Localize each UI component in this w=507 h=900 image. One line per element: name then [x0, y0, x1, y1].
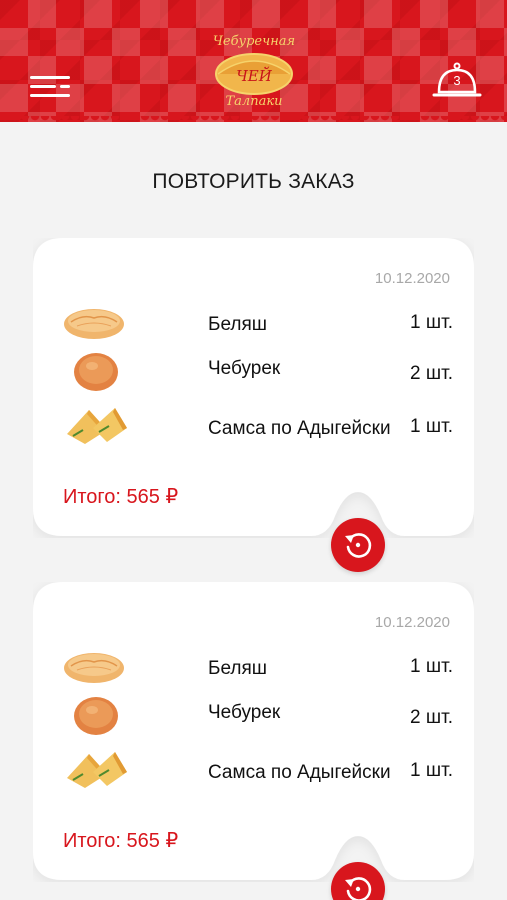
brand-logo[interactable]: Чебуречная ЧЕЙ Талпаки — [204, 34, 304, 114]
menu-button[interactable] — [30, 72, 74, 102]
menu-icon-line — [30, 94, 70, 97]
page-title: ПОВТОРИТЬ ЗАКАЗ — [152, 170, 355, 193]
menu-icon-line — [30, 76, 70, 79]
repeat-order-button[interactable] — [331, 518, 385, 572]
menu-icon-line — [60, 85, 70, 88]
list-item: Самса по Адыгейски 1 шт. — [63, 746, 453, 796]
item-name: Самса по Адыгейски — [208, 418, 391, 439]
item-quantity: 1 шт. — [410, 312, 453, 333]
order-date: 10.12.2020 — [374, 270, 450, 287]
list-item: Беляш 1 шт. — [63, 302, 453, 352]
item-quantity: 2 шт. — [410, 707, 453, 728]
cart-count-badge: 3 — [453, 73, 461, 88]
header-scalloped-edge — [0, 116, 507, 126]
item-quantity: 1 шт. — [410, 760, 453, 781]
item-quantity: 1 шт. — [410, 416, 453, 437]
list-item: Чебурек 2 шт. — [63, 694, 453, 744]
item-quantity: 2 шт. — [410, 363, 453, 384]
item-name: Самса по Адыгейски — [208, 762, 391, 783]
belyash-image — [64, 653, 124, 683]
belyash-image — [64, 309, 124, 339]
order-total: Итого: 565 ₽ — [63, 830, 179, 852]
samsa-image — [67, 408, 127, 444]
item-name: Чебурек — [208, 358, 281, 379]
item-name: Чебурек — [208, 702, 281, 723]
list-item: Самса по Адыгейски 1 шт. — [63, 402, 453, 452]
cart-button[interactable]: 3 — [432, 62, 482, 102]
list-item: Беляш 1 шт. — [63, 646, 453, 696]
cheburek-image — [74, 697, 118, 735]
repeat-icon — [345, 877, 372, 900]
item-name: Беляш — [208, 314, 268, 335]
cheburek-image — [74, 353, 118, 391]
item-name: Беляш — [208, 658, 268, 679]
order-card: 10.12.2020 Беляш 1 шт. Чебурек 2 шт. Сам… — [33, 238, 474, 572]
samsa-image — [67, 752, 127, 788]
item-quantity: 1 шт. — [410, 656, 453, 677]
list-item: Чебурек 2 шт. — [63, 350, 453, 400]
order-card: 10.12.2020 Беляш 1 шт. Чебурек 2 шт. Сам… — [33, 582, 474, 900]
logo-middle-text: ЧЕЙ — [236, 66, 273, 85]
repeat-icon — [345, 533, 372, 558]
order-date: 10.12.2020 — [374, 614, 450, 631]
order-total: Итого: 565 ₽ — [63, 486, 179, 508]
logo-bottom-text: Талпаки — [225, 94, 283, 109]
menu-icon-line — [30, 85, 56, 88]
